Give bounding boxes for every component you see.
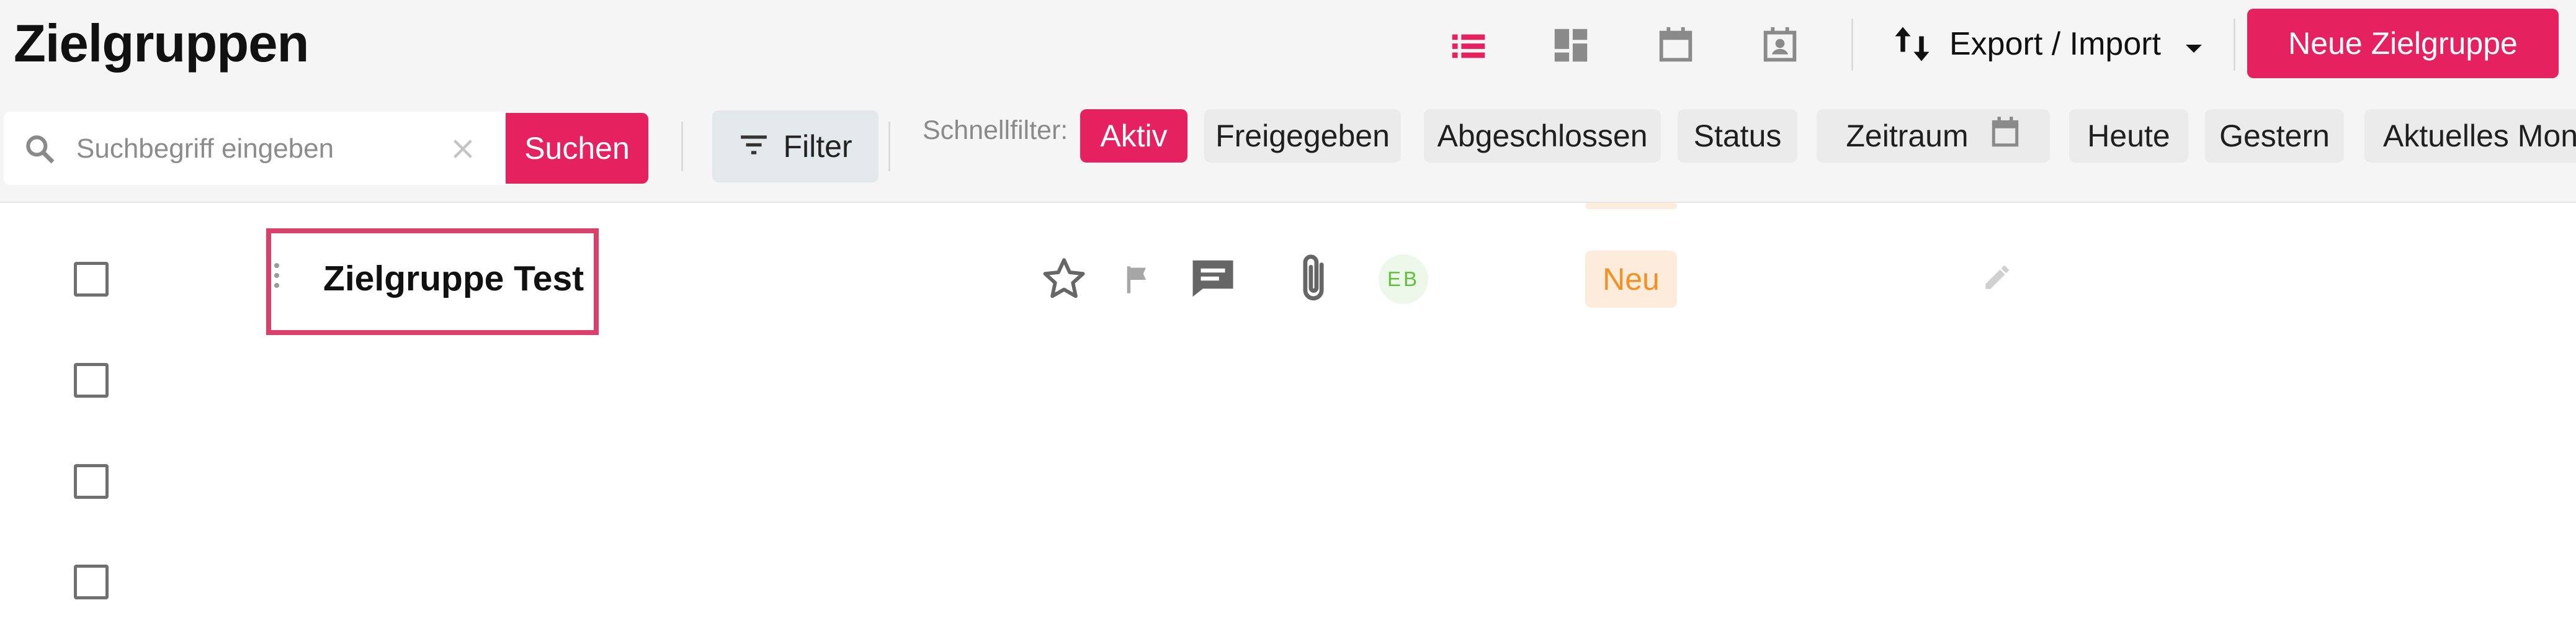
calendar-icon — [1990, 115, 2021, 156]
export-import-button[interactable]: Export / Import — [1894, 19, 2203, 69]
search-button[interactable]: Suchen — [506, 113, 648, 184]
clear-icon[interactable] — [450, 136, 475, 164]
row-name: Zielgruppe Test — [323, 259, 584, 298]
status-badge: Neu — [1585, 251, 1677, 308]
row-checkbox[interactable] — [74, 363, 109, 398]
row-checkbox[interactable] — [74, 464, 109, 499]
swap-vertical-icon — [1894, 22, 1931, 66]
search-input[interactable] — [75, 128, 425, 170]
divider — [1851, 19, 1853, 71]
row-name-cell[interactable]: Zielgruppe Test — [266, 228, 599, 335]
chip-aktiv[interactable]: Aktiv — [1080, 109, 1187, 163]
filter-icon — [738, 128, 769, 164]
dashboard-view-icon[interactable] — [1549, 24, 1593, 67]
chevron-down-icon — [2185, 25, 2203, 63]
drag-handle-icon[interactable] — [272, 261, 281, 293]
row-checkbox[interactable] — [74, 565, 109, 599]
divider — [681, 122, 683, 171]
attachment-icon[interactable] — [1297, 251, 1330, 310]
page-title: Zielgruppen — [14, 14, 309, 73]
list-view-icon[interactable] — [1447, 24, 1490, 67]
search-icon — [22, 132, 57, 169]
chip-zeitraum-label: Zeitraum — [1846, 119, 1969, 153]
comment-icon[interactable] — [1189, 254, 1237, 306]
edit-icon[interactable] — [1982, 262, 2013, 296]
chip-zeitraum[interactable]: Zeitraum — [1817, 109, 2050, 163]
chip-gestern[interactable]: Gestern — [2205, 109, 2344, 163]
row-checkbox[interactable] — [74, 262, 109, 297]
flag-icon[interactable] — [1122, 263, 1154, 300]
chip-aktuelles-monat[interactable]: Aktuelles Mon — [2364, 109, 2576, 163]
status-badge-partial — [1585, 203, 1677, 209]
new-target-group-button[interactable]: Neue Zielgruppe — [2247, 9, 2559, 78]
filter-label: Filter — [783, 129, 852, 164]
filter-button[interactable]: Filter — [712, 110, 879, 182]
chip-heute[interactable]: Heute — [2069, 109, 2188, 163]
chip-abgeschlossen[interactable]: Abgeschlossen — [1424, 109, 1661, 163]
search-field — [4, 112, 506, 185]
quickfilter-label: Schnellfilter: — [923, 115, 1068, 145]
owner-avatar[interactable]: EB — [1379, 254, 1428, 304]
chip-freigegeben[interactable]: Freigegeben — [1204, 109, 1401, 163]
contact-calendar-view-icon[interactable] — [1758, 24, 1802, 67]
divider — [2234, 19, 2235, 71]
export-import-label: Export / Import — [1949, 26, 2161, 62]
star-icon[interactable] — [1040, 254, 1088, 306]
chip-status[interactable]: Status — [1678, 109, 1797, 163]
divider — [888, 122, 890, 171]
calendar-view-icon[interactable] — [1654, 24, 1697, 67]
